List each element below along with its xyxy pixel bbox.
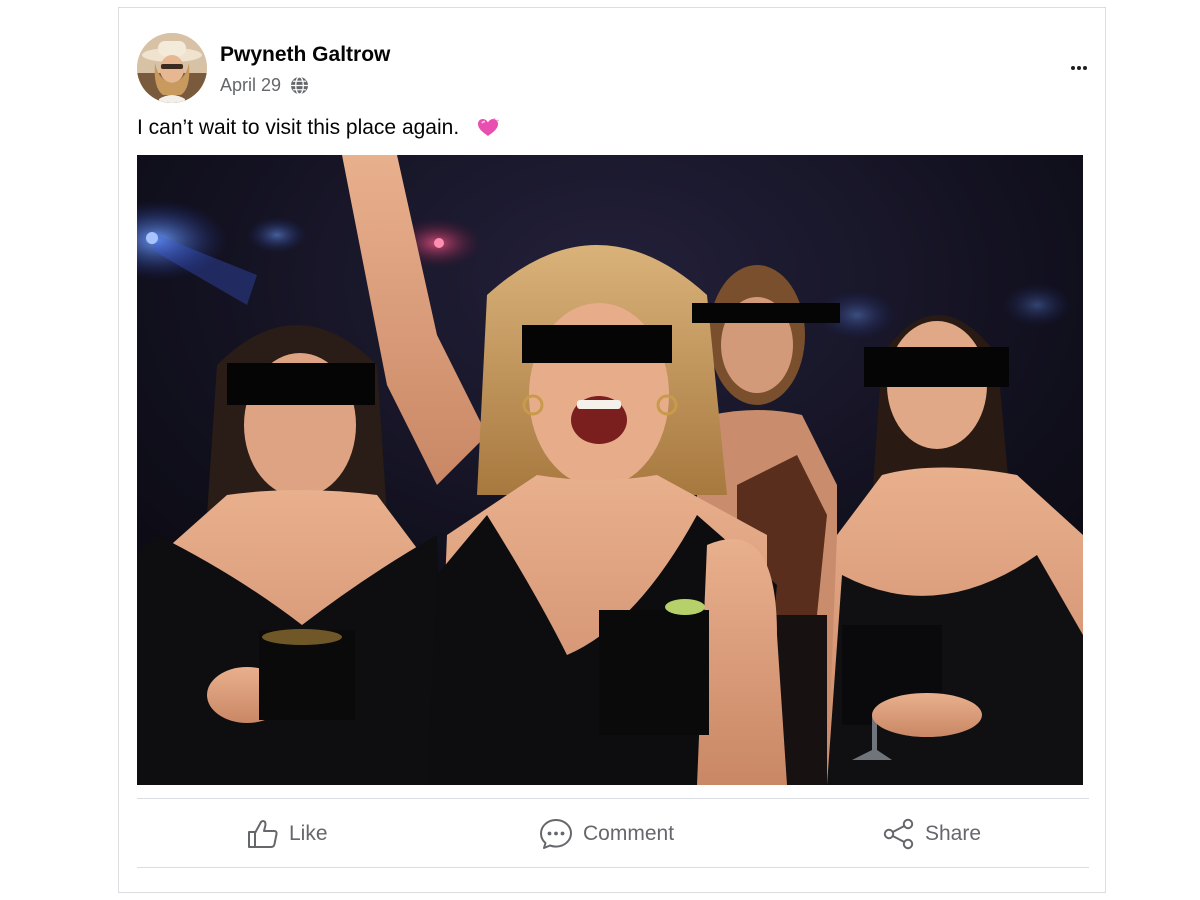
globe-icon: [290, 75, 309, 95]
actions-divider-top: [137, 798, 1089, 799]
author-avatar[interactable]: [137, 33, 207, 103]
like-button[interactable]: Like: [247, 816, 328, 852]
more-horizontal-icon: [1071, 66, 1087, 70]
comment-label: Comment: [583, 822, 675, 845]
post-date[interactable]: April 29: [220, 75, 281, 96]
comment-bubble-icon: [539, 818, 573, 850]
share-button[interactable]: Share: [883, 816, 981, 852]
actions-divider-bottom: [137, 867, 1089, 868]
comment-button[interactable]: Comment: [539, 816, 674, 852]
post-meta: April 29: [220, 74, 309, 96]
more-options-button[interactable]: [1061, 56, 1097, 80]
sparkling-heart-icon: [477, 116, 500, 138]
post-text-content: I can’t wait to visit this place again.: [137, 116, 460, 139]
like-label: Like: [289, 822, 328, 845]
share-label: Share: [925, 822, 982, 845]
thumbs-up-icon: [247, 819, 279, 849]
group-photo-nightclub: [137, 155, 1083, 785]
post-photo[interactable]: [137, 155, 1083, 785]
avatar-image: [137, 33, 207, 103]
post-card: Pwyneth Galtrow April 29 I can’t wait to…: [118, 7, 1106, 893]
share-nodes-icon: [883, 818, 915, 850]
post-text: I can’t wait to visit this place again.: [137, 116, 500, 140]
author-name[interactable]: Pwyneth Galtrow: [220, 43, 390, 67]
